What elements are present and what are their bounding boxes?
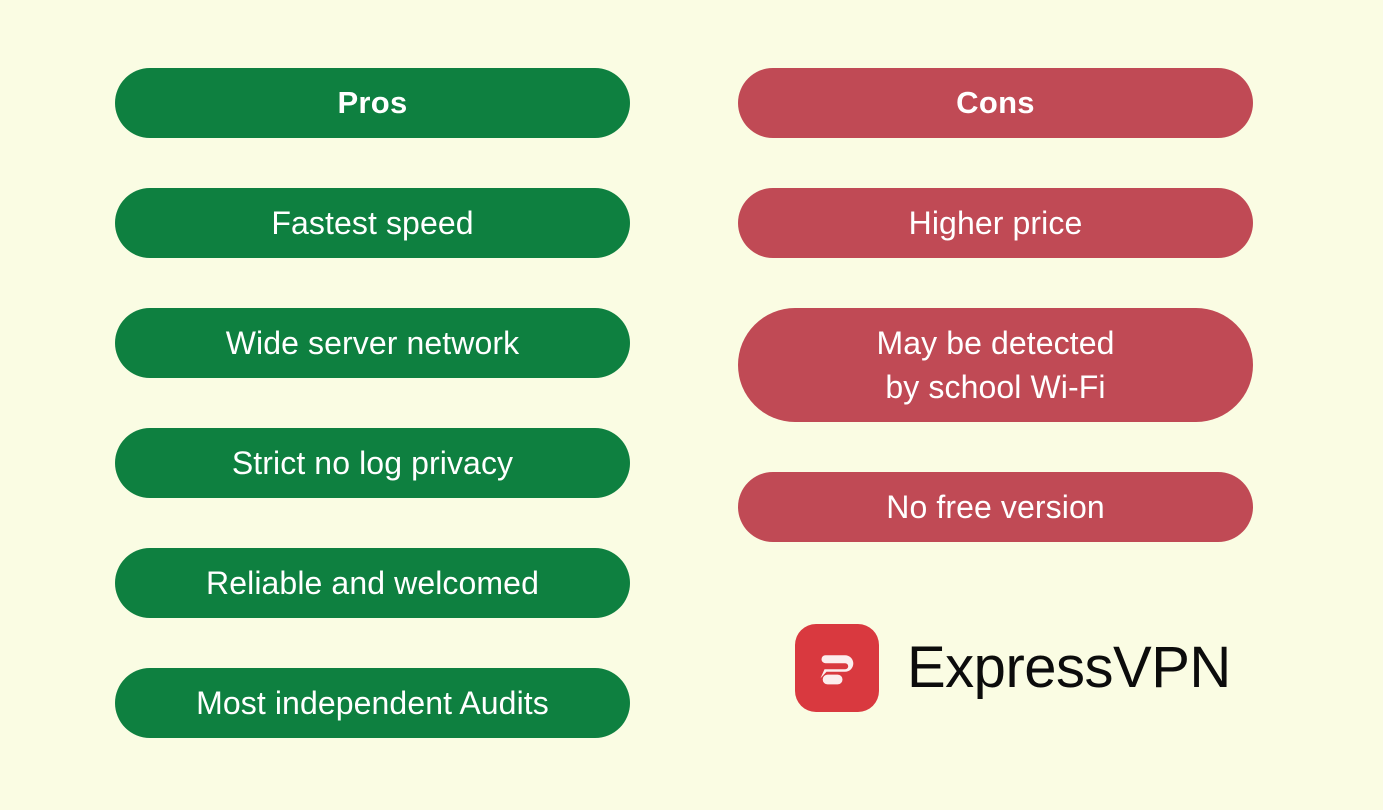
cons-item-pill: No free version	[738, 472, 1253, 542]
cons-item-label: May be detected by school Wi-Fi	[876, 325, 1115, 405]
pros-item-pill: Most independent Audits	[115, 668, 630, 738]
cons-item-label: No free version	[886, 489, 1105, 525]
pros-item-pill: Strict no log privacy	[115, 428, 630, 498]
cons-item-pill: Higher price	[738, 188, 1253, 258]
pros-item-label: Fastest speed	[271, 205, 474, 241]
pros-item-pill: Wide server network	[115, 308, 630, 378]
pros-header-label: Pros	[337, 85, 408, 120]
pros-item-pill: Fastest speed	[115, 188, 630, 258]
pros-column: Pros Fastest speed Wide server network S…	[115, 0, 630, 810]
pros-header-pill: Pros	[115, 68, 630, 138]
brand-lockup: ExpressVPN	[795, 624, 1231, 712]
pros-item-label: Wide server network	[225, 325, 520, 361]
cons-item-pill: May be detected by school Wi-Fi	[738, 308, 1253, 422]
expressvpn-wordmark: ExpressVPN	[907, 635, 1231, 700]
cons-header-label: Cons	[956, 85, 1035, 120]
pros-item-label: Most independent Audits	[196, 685, 549, 721]
pros-cons-comparison-graphic: Pros Fastest speed Wide server network S…	[0, 0, 1383, 810]
pros-item-pill: Reliable and welcomed	[115, 548, 630, 618]
cons-header-pill: Cons	[738, 68, 1253, 138]
expressvpn-e-icon	[795, 624, 879, 712]
pros-item-label: Reliable and welcomed	[206, 565, 539, 601]
cons-item-label: Higher price	[908, 205, 1083, 241]
pros-item-label: Strict no log privacy	[231, 445, 514, 481]
